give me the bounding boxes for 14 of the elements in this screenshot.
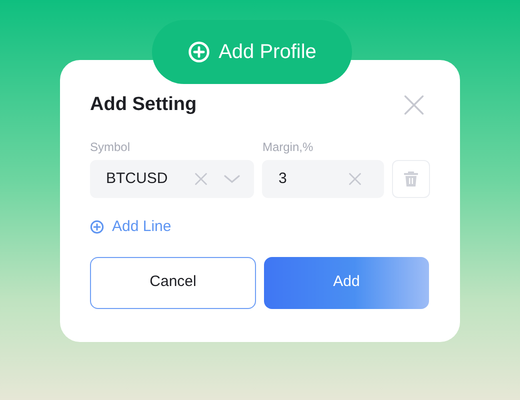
plus-circle-icon [90, 220, 104, 234]
dialog-title: Add Setting [90, 92, 197, 117]
field-label: Symbol [90, 139, 132, 154]
clear-icon[interactable] [348, 172, 362, 186]
plus-circle-icon [188, 41, 210, 63]
chevron-down-icon[interactable] [224, 174, 240, 184]
clear-icon[interactable] [194, 172, 208, 186]
symbol-select[interactable]: BTCUSD [90, 160, 254, 198]
trash-icon [403, 171, 420, 187]
cancel-button[interactable]: Cancel [90, 256, 256, 308]
margin-field[interactable]: 3 [262, 160, 384, 198]
close-button[interactable] [404, 95, 424, 115]
field-label: Margin,% [262, 139, 314, 154]
delete-button[interactable] [392, 160, 430, 198]
